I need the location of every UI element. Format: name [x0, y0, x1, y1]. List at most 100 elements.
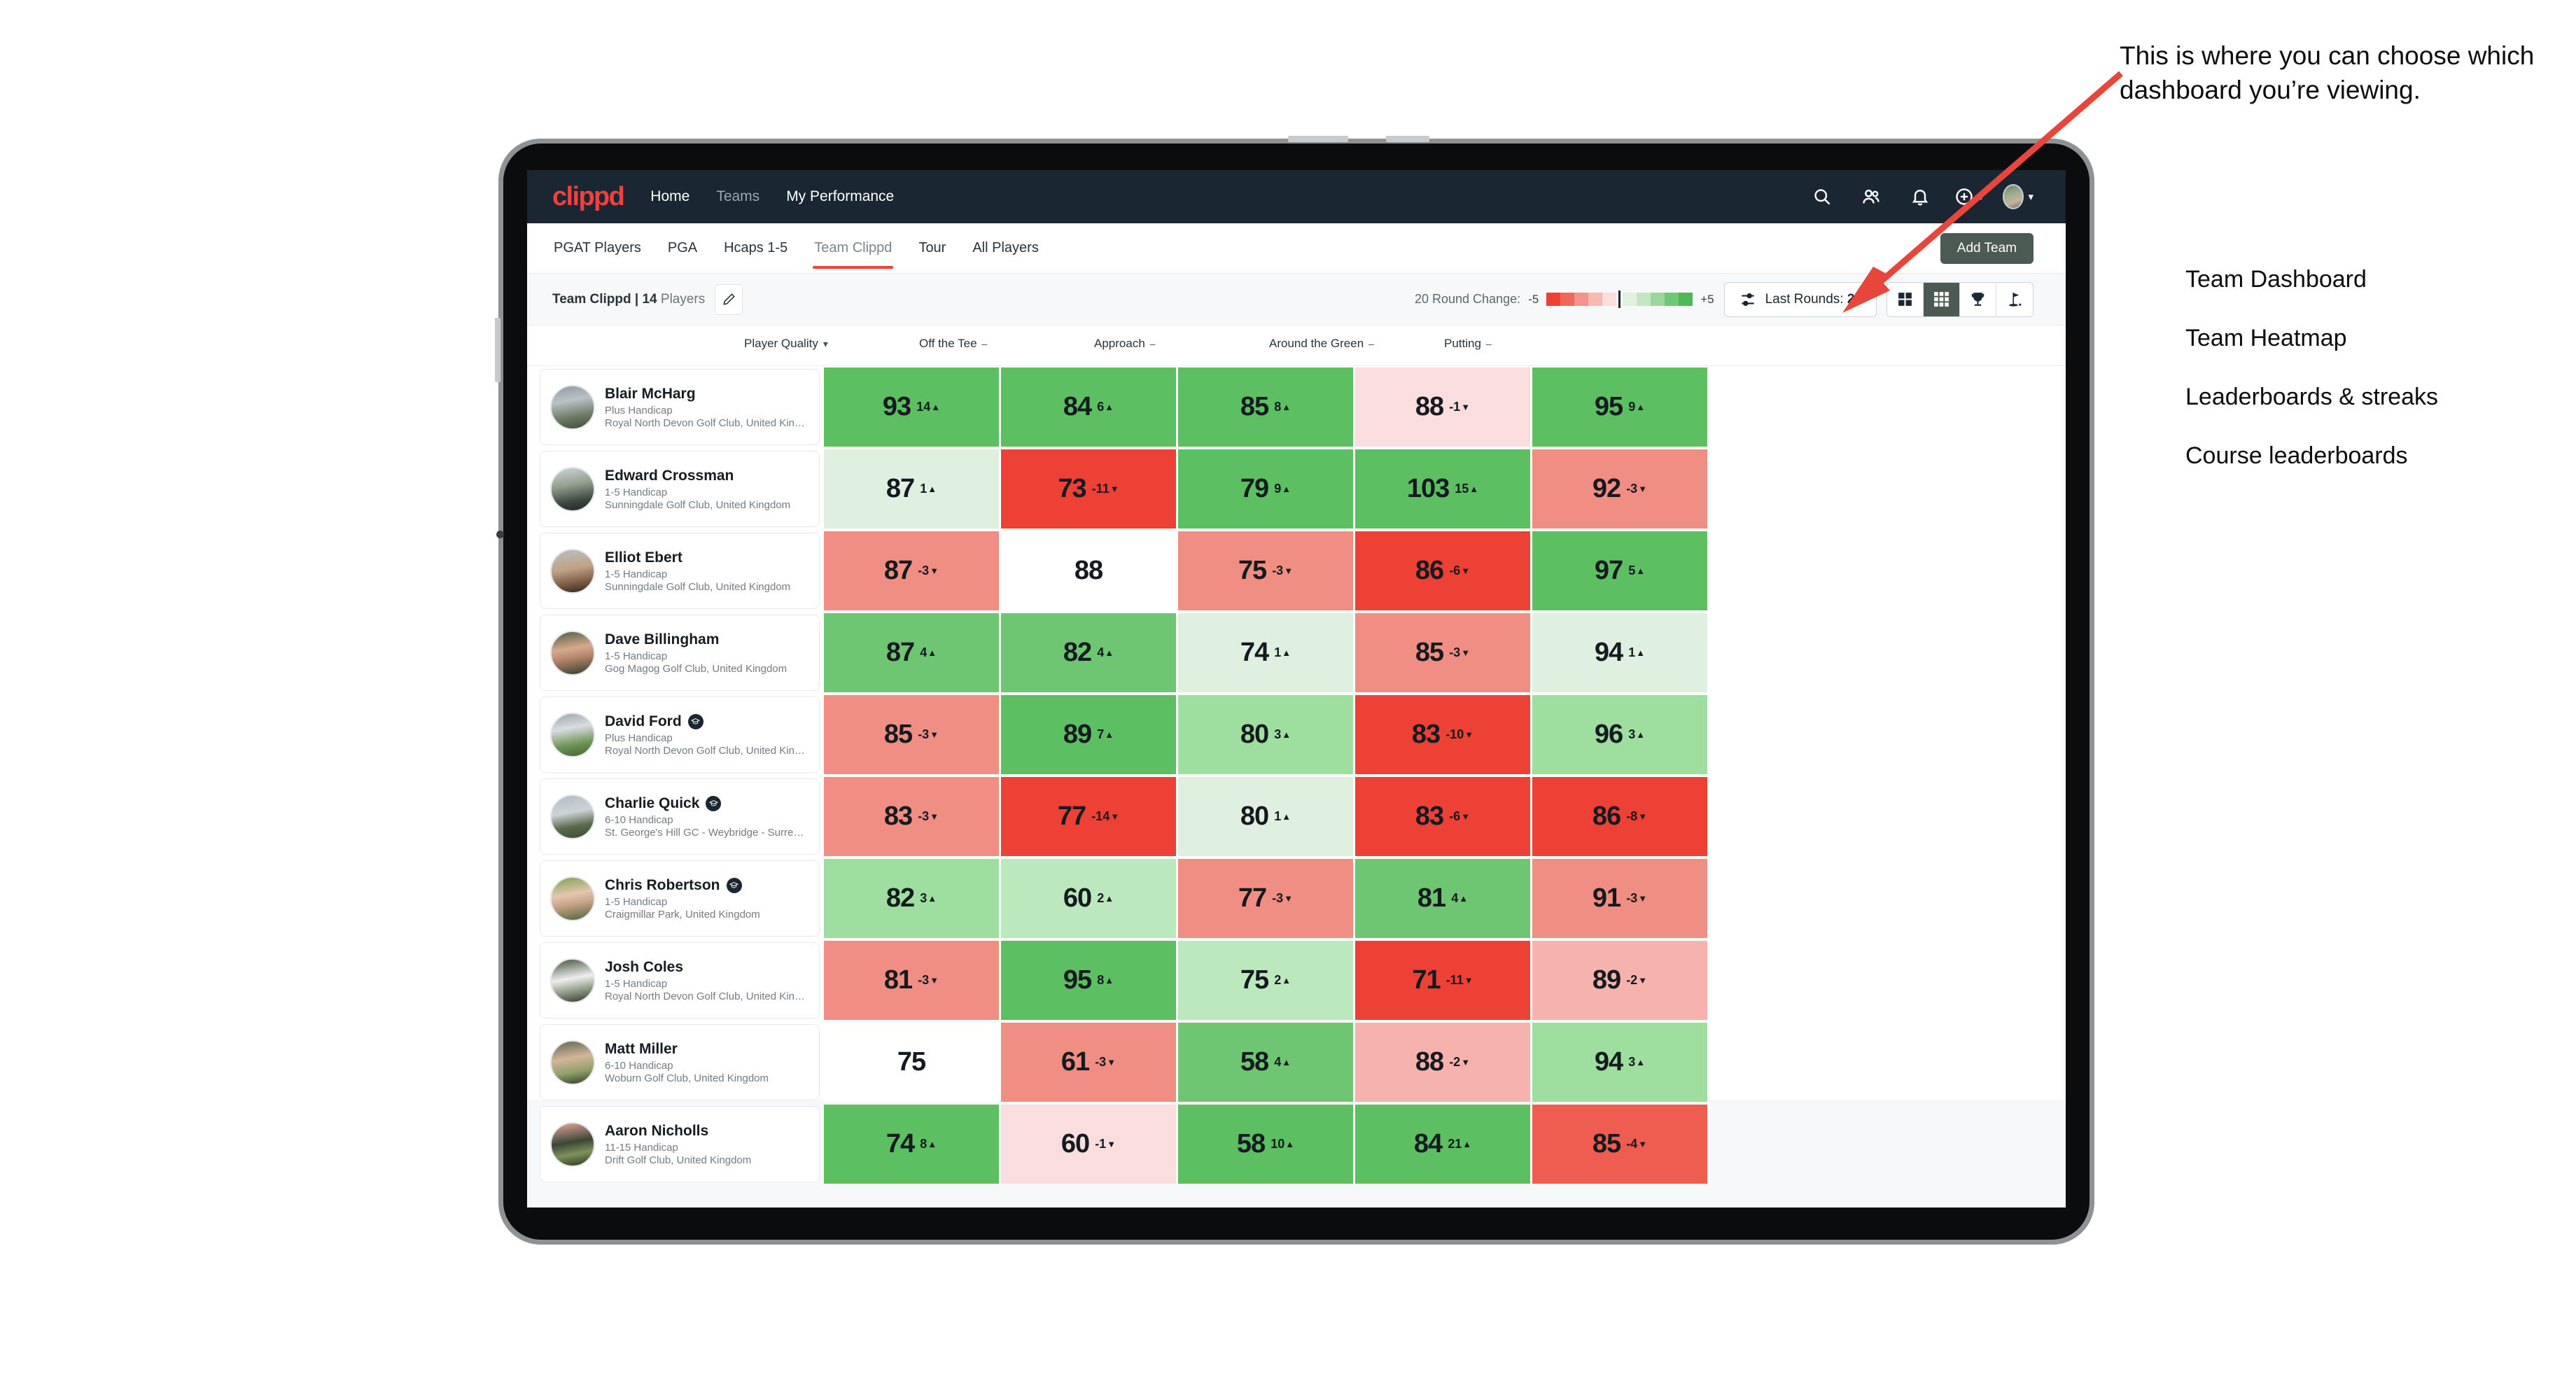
score-cell[interactable]: 81 4 [1355, 859, 1530, 938]
player-card[interactable]: Josh Coles 1-5 Handicap Royal North Devon … [540, 942, 820, 1018]
score-cell[interactable]: 80 3 [1178, 695, 1353, 774]
score-cell[interactable]: 75 -3 [1178, 531, 1353, 610]
people-icon[interactable] [1856, 181, 1886, 212]
score-cell[interactable]: 91 -3 [1532, 859, 1707, 938]
score-value: 87 [883, 556, 913, 585]
score-cell[interactable]: 86 -6 [1355, 531, 1530, 610]
player-name: Elliot Ebert [605, 550, 790, 566]
score-cell[interactable]: 58 10 [1178, 1105, 1353, 1184]
player-card[interactable]: Chris Robertson 1-5 Handicap Craigmillar P… [540, 860, 820, 937]
player-card[interactable]: Aaron Nicholls 11-15 Handicap Drift Golf C… [540, 1106, 820, 1182]
score-cell[interactable]: 58 4 [1178, 1023, 1353, 1102]
score-cell[interactable]: 60 2 [1001, 859, 1176, 938]
score-cell[interactable]: 88 -2 [1355, 1023, 1530, 1102]
last-rounds-button[interactable]: Last Rounds: 20 [1723, 281, 1877, 317]
legend-swatches [1546, 290, 1693, 308]
score-cell[interactable]: 88 -1 [1355, 368, 1530, 447]
score-cell[interactable]: 80 1 [1178, 777, 1353, 856]
score-cell[interactable]: 95 8 [1001, 941, 1176, 1020]
score-cell[interactable]: 85 8 [1178, 368, 1353, 447]
plus-circle-icon[interactable]: ▾ [1954, 181, 1984, 212]
column-header-player-quality[interactable]: Player Quality ▾ [744, 337, 919, 351]
score-cells: 85 -3 89 7 80 3 83 -10 96 3 [824, 694, 1707, 776]
trophy-icon[interactable] [1960, 282, 1996, 316]
golf-flag-icon[interactable] [1996, 282, 2033, 316]
score-cell[interactable]: 71 -11 [1355, 941, 1530, 1020]
score-cell[interactable]: 77 -3 [1178, 859, 1353, 938]
score-cell[interactable]: 88 [1001, 531, 1176, 610]
subtab-pga[interactable]: PGA [666, 226, 699, 270]
player-card[interactable]: Edward Crossman 1-5 Handicap Sunningdale G… [540, 451, 820, 527]
score-cell[interactable]: 75 2 [1178, 941, 1353, 1020]
player-meta: Elliot Ebert 1-5 Handicap Sunningdale Golf… [605, 550, 790, 593]
score-cell[interactable]: 82 4 [1001, 613, 1176, 692]
score-cell[interactable]: 61 -3 [1001, 1023, 1176, 1102]
subtab-team-clippd[interactable]: Team Clippd [813, 226, 894, 270]
grid-2x2-icon[interactable] [1887, 282, 1924, 316]
player-card[interactable]: Charlie Quick 6-10 Handicap St. George's H… [540, 778, 820, 855]
legend-midpoint-marker [1618, 290, 1621, 308]
score-cell[interactable]: 83 -10 [1355, 695, 1530, 774]
score-cell[interactable]: 60 -1 [1001, 1105, 1176, 1184]
score-cell[interactable]: 103 15 [1355, 449, 1530, 528]
score-cell[interactable]: 93 14 [824, 368, 999, 447]
bell-icon[interactable] [1905, 181, 1935, 212]
subtab-all-players[interactable]: All Players [971, 226, 1040, 270]
score-cell[interactable]: 73 -11 [1001, 449, 1176, 528]
score-cell[interactable]: 77 -14 [1001, 777, 1176, 856]
volume-button[interactable] [1386, 136, 1429, 142]
search-icon[interactable] [1807, 181, 1837, 212]
side-button[interactable] [495, 318, 500, 382]
subtab-tour[interactable]: Tour [917, 226, 947, 270]
score-cell[interactable]: 85 -3 [824, 695, 999, 774]
score-cell[interactable]: 82 3 [824, 859, 999, 938]
score-cell[interactable]: 74 8 [824, 1105, 999, 1184]
nav-link-my-performance[interactable]: My Performance [785, 184, 895, 209]
score-cell[interactable]: 79 9 [1178, 449, 1353, 528]
score-cell[interactable]: 89 -2 [1532, 941, 1707, 1020]
score-cell[interactable]: 87 1 [824, 449, 999, 528]
player-card[interactable]: Dave Billingham 1-5 Handicap Gog Magog Gol… [540, 615, 820, 691]
grid-3x3-icon[interactable] [1924, 282, 1960, 316]
score-cell[interactable]: 92 -3 [1532, 449, 1707, 528]
score-cell[interactable]: 87 -3 [824, 531, 999, 610]
score-cell[interactable]: 84 21 [1355, 1105, 1530, 1184]
column-header-around-the-green[interactable]: Around the Green – [1269, 337, 1444, 351]
score-cell[interactable]: 83 -6 [1355, 777, 1530, 856]
column-header-approach[interactable]: Approach – [1094, 337, 1269, 351]
score-cell[interactable]: 94 3 [1532, 1023, 1707, 1102]
team-player-count: 14 [642, 291, 657, 307]
clippd-logo[interactable]: clippd [552, 182, 625, 212]
score-cell[interactable]: 83 -3 [824, 777, 999, 856]
pencil-icon[interactable] [715, 284, 743, 315]
player-card[interactable]: David Ford Plus Handicap Royal North Devon… [540, 696, 820, 773]
subtab-hcaps-1-5[interactable]: Hcaps 1-5 [722, 226, 789, 270]
user-avatar-menu[interactable]: ▾ [2003, 181, 2033, 212]
subtab-pgat-players[interactable]: PGAT Players [552, 226, 643, 270]
nav-link-home[interactable]: Home [649, 184, 691, 209]
nav-link-teams[interactable]: Teams [715, 184, 761, 209]
player-card[interactable]: Matt Miller 6-10 Handicap Woburn Golf Club… [540, 1024, 820, 1100]
player-card[interactable]: Blair McHarg Plus Handicap Royal North Dev… [540, 369, 820, 445]
column-header-putting[interactable]: Putting – [1444, 337, 1619, 351]
score-cell[interactable]: 87 4 [824, 613, 999, 692]
score-value: 89 [1592, 965, 1621, 995]
score-cell[interactable]: 86 -8 [1532, 777, 1707, 856]
power-button[interactable] [1288, 136, 1348, 142]
column-header-off-the-tee[interactable]: Off the Tee – [919, 337, 1094, 351]
score-cell[interactable]: 89 7 [1001, 695, 1176, 774]
score-cell[interactable]: 74 1 [1178, 613, 1353, 692]
score-value: 86 [1592, 802, 1621, 831]
player-card[interactable]: Elliot Ebert 1-5 Handicap Sunningdale Golf… [540, 533, 820, 609]
score-cell[interactable]: 81 -3 [824, 941, 999, 1020]
add-team-button[interactable]: Add Team [1940, 232, 2033, 264]
score-cell[interactable]: 95 9 [1532, 368, 1707, 447]
score-cell[interactable]: 75 [824, 1023, 999, 1102]
score-cell[interactable]: 85 -3 [1355, 613, 1530, 692]
score-cell[interactable]: 94 1 [1532, 613, 1707, 692]
score-cell[interactable]: 84 6 [1001, 368, 1176, 447]
score-cell[interactable]: 85 -4 [1532, 1105, 1707, 1184]
score-cell[interactable]: 97 5 [1532, 531, 1707, 610]
player-name-text: Josh Coles [605, 958, 684, 975]
score-cell[interactable]: 96 3 [1532, 695, 1707, 774]
